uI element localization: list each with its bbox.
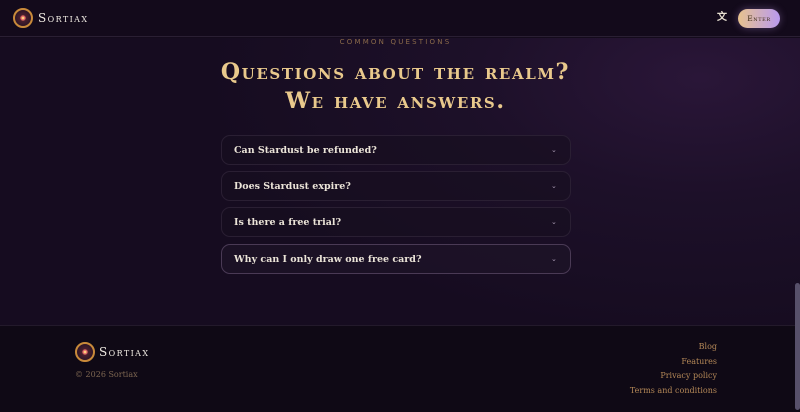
faq-item[interactable]: Why can I only draw one free card? ⌄ — [221, 244, 571, 274]
section-eyebrow: COMMON QUESTIONS — [339, 38, 452, 46]
faq-question: Does Stardust expire? — [234, 181, 351, 192]
footer-logo-icon[interactable] — [75, 342, 95, 362]
site-footer: Sortiax © 2026 Sortiax Blog Features Pri… — [0, 325, 800, 412]
copyright-text: © 2026 Sortiax — [75, 370, 138, 379]
footer-link-blog[interactable]: Blog — [699, 342, 717, 351]
faq-section: COMMON QUESTIONS Questions about the rea… — [0, 38, 800, 325]
page-scrollbar[interactable] — [795, 283, 800, 410]
chevron-down-icon: ⌄ — [551, 146, 557, 154]
chevron-down-icon: ⌄ — [551, 255, 557, 263]
brand-name[interactable]: Sortiax — [38, 11, 88, 25]
chevron-down-icon: ⌄ — [551, 182, 557, 190]
footer-brand-name[interactable]: Sortiax — [99, 345, 149, 359]
faq-question: Can Stardust be refunded? — [234, 145, 377, 156]
faq-item[interactable]: Can Stardust be refunded? ⌄ — [221, 135, 571, 165]
enter-button[interactable]: Enter — [738, 9, 780, 28]
faq-item[interactable]: Is there a free trial? ⌄ — [221, 207, 571, 237]
footer-link-features[interactable]: Features — [681, 357, 717, 366]
faq-item[interactable]: Does Stardust expire? ⌄ — [221, 171, 571, 201]
translate-icon[interactable]: 文 — [716, 12, 728, 24]
chevron-down-icon: ⌄ — [551, 218, 557, 226]
faq-question: Why can I only draw one free card? — [234, 254, 422, 265]
faq-headline-line2: We have answers. — [285, 88, 506, 114]
footer-link-privacy[interactable]: Privacy policy — [660, 371, 717, 380]
site-header: Sortiax 文 Enter — [0, 0, 800, 37]
footer-link-terms[interactable]: Terms and conditions — [630, 386, 717, 395]
faq-question: Is there a free trial? — [234, 217, 342, 228]
faq-headline-line1: Questions about the realm? — [220, 59, 571, 85]
logo-icon[interactable] — [13, 8, 33, 28]
